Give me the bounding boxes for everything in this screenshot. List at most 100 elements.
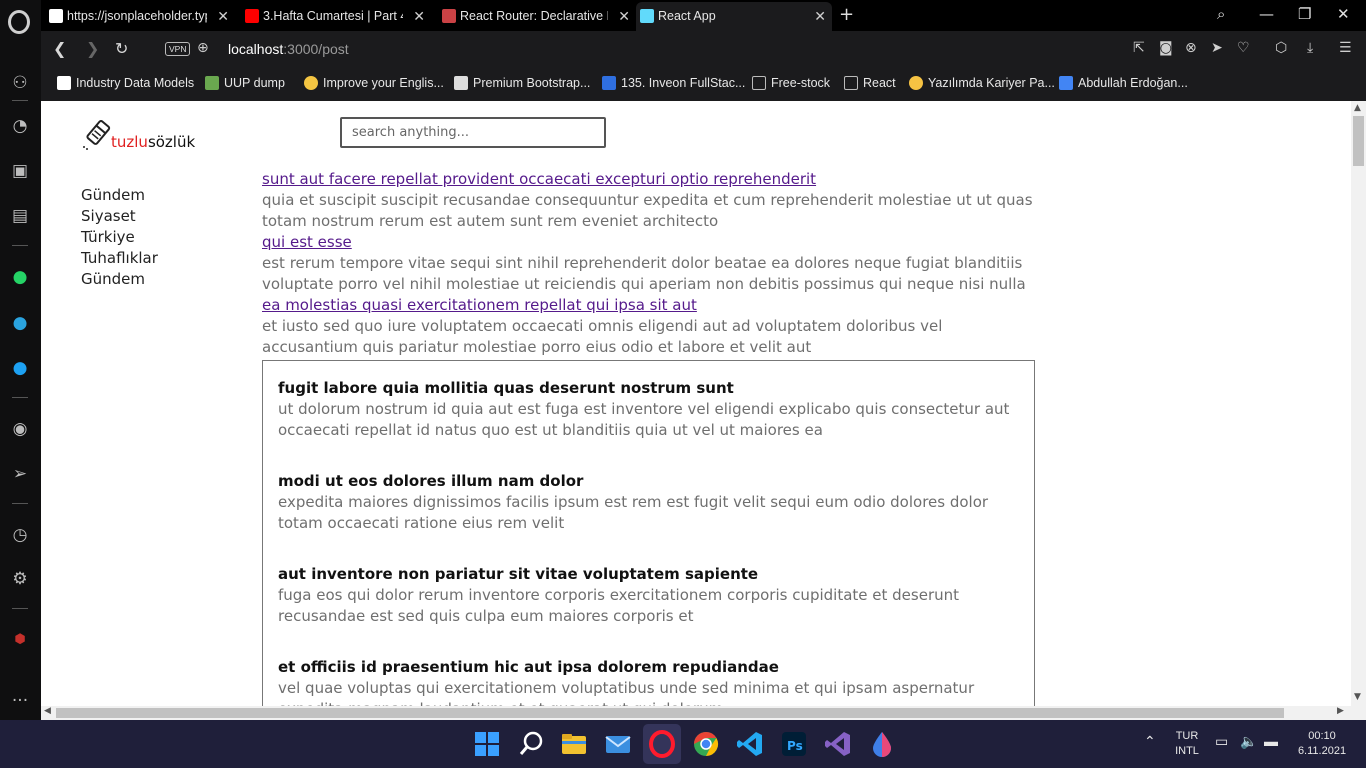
scroll-right-icon[interactable]: ▶ [1337, 706, 1344, 716]
tab-youtube[interactable]: 3.Hafta Cumartesi | Part 4 ( ✕ [241, 2, 431, 31]
forward-icon[interactable]: ❯ [86, 39, 99, 58]
cube-icon[interactable]: ⬡ [1275, 40, 1287, 56]
mail-icon[interactable] [603, 729, 633, 759]
post-body: ut dolorum nostrum id quia aut est fuga … [278, 400, 1010, 439]
scrollbar-thumb[interactable] [56, 708, 1284, 718]
tab-favicon-icon [442, 9, 456, 23]
minimize-icon[interactable]: — [1259, 5, 1274, 23]
download-icon[interactable]: ⤓ [1307, 40, 1313, 56]
site-logo[interactable]: tuzlusözlük [81, 117, 211, 151]
bookmark-item[interactable]: Yazılımda Kariyer Pa... [909, 76, 1055, 90]
telegram-icon[interactable]: ● [9, 312, 31, 334]
search-input[interactable] [340, 117, 606, 148]
history-icon[interactable]: ◷ [9, 524, 31, 546]
restore-icon[interactable]: ❐ [1298, 5, 1311, 23]
bookmark-item[interactable]: UUP dump [205, 76, 285, 90]
list-item: modi ut eos dolores illum nam dolor expe… [278, 471, 1019, 534]
adblock-icon[interactable]: ⊗ [1185, 40, 1197, 56]
menu-item-gundem[interactable]: Gündem [81, 185, 158, 206]
share-icon[interactable]: ⇱ [1133, 40, 1145, 56]
paint-icon[interactable] [867, 729, 897, 759]
close-icon[interactable]: ✕ [217, 2, 229, 30]
bookmark-item[interactable]: 135. Inveon FullStac... [602, 76, 745, 90]
twitter-icon[interactable]: ● [9, 357, 31, 379]
bookmark-item[interactable]: Premium Bootstrap... [454, 76, 590, 90]
tab-jsonplaceholder[interactable]: https://jsonplaceholder.typ ✕ [45, 2, 235, 31]
more-icon[interactable]: ··· [9, 690, 31, 712]
camera-icon[interactable]: ◙ [1159, 40, 1173, 56]
menu-item-tuhafliklar[interactable]: Tuhaflıklar [81, 248, 158, 269]
page-viewport: tuzlusözlük Gündem Siyaset Türkiye Tuhaf… [41, 101, 1351, 706]
scroll-up-icon[interactable]: ▲ [1354, 103, 1361, 113]
close-icon[interactable]: ✕ [413, 2, 425, 30]
scroll-left-icon[interactable]: ◀ [44, 706, 51, 716]
bookmark-item[interactable]: Industry Data Models [57, 76, 194, 90]
sidebar-divider [12, 503, 28, 504]
visual-studio-icon[interactable] [823, 729, 853, 759]
scrollbar-thumb[interactable] [1353, 116, 1364, 166]
menu-item-turkiye[interactable]: Türkiye [81, 227, 158, 248]
post-body: est rerum tempore vitae sequi sint nihil… [262, 254, 1026, 293]
logo-text-black: sözlük [147, 133, 196, 151]
menu-item-siyaset[interactable]: Siyaset [81, 206, 158, 227]
close-icon[interactable]: ✕ [814, 2, 826, 30]
send-icon[interactable]: ➤ [1211, 40, 1223, 56]
url-field[interactable]: localhost:3000/post [228, 41, 349, 57]
chevron-up-icon[interactable]: ⌃ [1144, 734, 1156, 749]
taskbar: Ps ⌃ TUR INTL ▭ 🔈 ▬ 00:10 6.11.2021 [0, 720, 1366, 768]
speed-dial-icon[interactable]: ⚇ [9, 72, 31, 94]
chrome-icon[interactable] [691, 729, 721, 759]
heart-icon[interactable]: ♡ [1237, 40, 1250, 56]
post-heading: aut inventore non pariatur sit vitae vol… [278, 565, 759, 583]
clock[interactable]: 00:10 6.11.2021 [1296, 729, 1348, 759]
speedometer-icon[interactable]: ◔ [9, 115, 31, 137]
horizontal-scrollbar[interactable]: ◀ ▶ [41, 706, 1366, 720]
tab-react-router[interactable]: React Router: Declarative R ✕ [438, 2, 636, 31]
post-title-link[interactable]: qui est esse [262, 232, 1042, 253]
twitch-icon[interactable]: ▤ [9, 205, 31, 227]
bookmark-folder[interactable]: Free-stock [752, 76, 830, 90]
close-window-icon[interactable]: ✕ [1337, 5, 1350, 23]
post-body: vel quae voluptas qui exercitationem vol… [278, 679, 975, 706]
vpn-badge[interactable]: VPN [165, 42, 191, 56]
globe-icon[interactable]: ⊕ [197, 40, 209, 56]
back-icon[interactable]: ❮ [53, 39, 66, 58]
whatsapp-icon[interactable]: ● [9, 266, 31, 288]
folder-icon [752, 76, 766, 90]
vertical-scrollbar[interactable]: ▲ ▼ [1351, 101, 1366, 706]
reload-icon[interactable]: ↻ [115, 39, 128, 58]
post-title-link[interactable]: ea molestias quasi exercitationem repell… [262, 295, 1042, 316]
new-tab-icon[interactable]: + [839, 4, 854, 25]
tab-title: 3.Hafta Cumartesi | Part 4 ( [263, 9, 403, 23]
vscode-icon[interactable] [735, 729, 765, 759]
bookmark-folder[interactable]: React [844, 76, 896, 90]
ublock-icon[interactable]: ⬢ [9, 629, 31, 651]
photoshop-icon[interactable]: Ps [779, 729, 809, 759]
post-title-link[interactable]: sunt aut facere repellat provident occae… [262, 169, 1042, 190]
battery-icon[interactable]: ▬ [1264, 734, 1278, 749]
file-explorer-icon[interactable] [559, 729, 589, 759]
close-icon[interactable]: ✕ [618, 2, 630, 30]
scroll-down-icon[interactable]: ▼ [1354, 692, 1361, 702]
network-icon[interactable]: ▭ [1215, 734, 1228, 749]
tab-bar: https://jsonplaceholder.typ ✕ 3.Hafta Cu… [41, 0, 1366, 31]
windows-start-icon[interactable] [472, 729, 502, 759]
shopping-bag-icon[interactable]: ▣ [9, 160, 31, 182]
bookmark-item[interactable]: Abdullah Erdoğan... [1059, 76, 1188, 90]
search-icon[interactable] [516, 729, 546, 759]
player-icon[interactable]: ◉ [9, 418, 31, 440]
search-tabs-icon[interactable]: ⌕ [1217, 5, 1225, 23]
volume-icon[interactable]: 🔈 [1240, 734, 1257, 749]
send-icon[interactable]: ➢ [9, 463, 31, 485]
language-indicator[interactable]: TUR INTL [1170, 729, 1204, 759]
bookmark-item[interactable]: Improve your Englis... [304, 76, 444, 90]
gear-icon[interactable]: ⚙ [9, 568, 31, 590]
menu-item-gundem-2[interactable]: Gündem [81, 269, 158, 290]
tab-react-app[interactable]: React App ✕ [636, 2, 832, 31]
post-body: et iusto sed quo iure voluptatem occaeca… [262, 317, 943, 356]
uup-icon [205, 76, 219, 90]
opera-logo-icon[interactable] [8, 10, 30, 34]
opera-icon[interactable] [647, 729, 677, 759]
menu-icon[interactable]: ☰ [1339, 40, 1352, 56]
emoji-icon [304, 76, 318, 90]
